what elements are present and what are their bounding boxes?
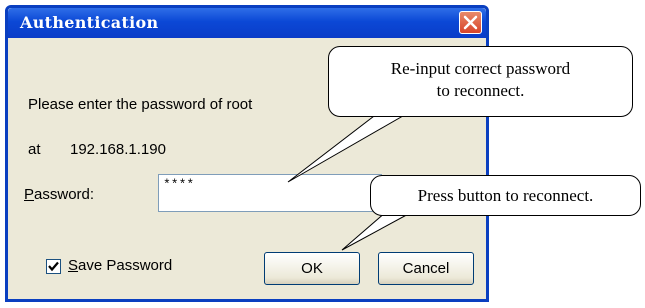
pointer-joins [379, 113, 411, 215]
